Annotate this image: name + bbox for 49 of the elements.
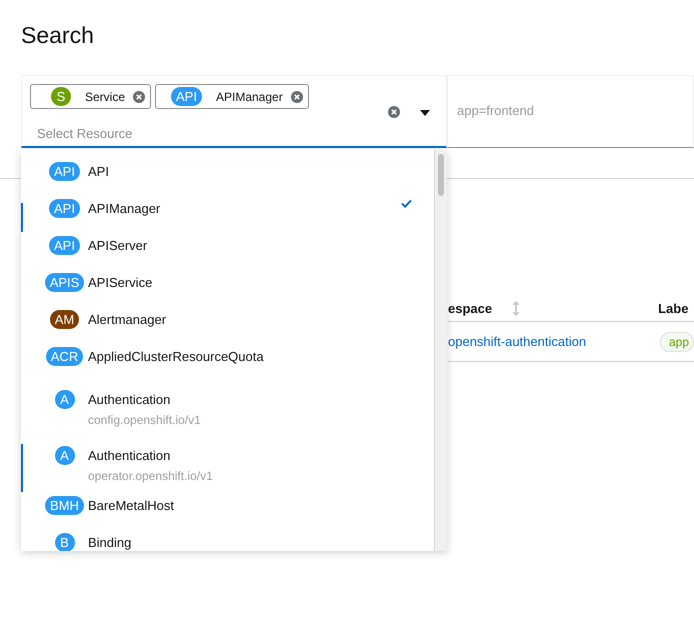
scrollbar[interactable] bbox=[434, 150, 447, 551]
option-label: AppliedClusterResourceQuota bbox=[88, 348, 265, 366]
resource-badge: API bbox=[49, 199, 80, 218]
resource-badge: APIS bbox=[44, 273, 84, 292]
resource-badge: BMH bbox=[45, 496, 84, 515]
resource-select[interactable]: S Service API APIManager Select Resource bbox=[21, 75, 447, 148]
resource-option[interactable]: ACR AppliedClusterResourceQuota bbox=[21, 347, 434, 384]
resource-option[interactable]: A Authentication config.openshift.io/v1 bbox=[21, 384, 434, 440]
option-label: APIServer bbox=[88, 237, 148, 255]
label-chip: app bbox=[660, 332, 694, 352]
resource-option[interactable]: API APIServer bbox=[21, 236, 434, 273]
option-label: Authentication bbox=[88, 447, 172, 465]
option-label: API bbox=[88, 163, 110, 181]
filter-chip[interactable]: S Service bbox=[30, 84, 152, 109]
option-label: Alertmanager bbox=[88, 311, 168, 329]
resource-option[interactable]: A Authentication operator.openshift.io/v1 bbox=[21, 440, 434, 496]
resource-badge: ACR bbox=[46, 347, 84, 366]
resource-option[interactable]: AM Alertmanager bbox=[21, 310, 434, 347]
resource-badge: A bbox=[54, 390, 74, 409]
select-resource-input[interactable]: Select Resource bbox=[37, 124, 377, 144]
remove-icon[interactable] bbox=[290, 90, 303, 102]
caret-icon[interactable] bbox=[420, 110, 430, 116]
option-group-text: config.openshift.io/v1 bbox=[88, 412, 202, 429]
resource-badge: B bbox=[54, 533, 74, 551]
option-label: APIManager bbox=[88, 200, 162, 218]
column-header: Labe bbox=[658, 300, 688, 318]
resource-badge: A bbox=[54, 446, 74, 465]
remove-icon[interactable] bbox=[133, 90, 146, 102]
page-title: Search bbox=[21, 21, 94, 50]
resource-badge: AM bbox=[50, 310, 80, 329]
label-input-field[interactable]: app=frontend bbox=[447, 75, 694, 148]
resource-badge: API bbox=[171, 87, 202, 106]
resource-badge: API bbox=[49, 162, 80, 181]
resource-badge: API bbox=[49, 236, 80, 255]
resource-option[interactable]: API API bbox=[21, 162, 434, 199]
option-label: Binding bbox=[88, 534, 132, 551]
namespace-link[interactable]: openshift-authentication bbox=[448, 332, 595, 352]
filter-chip[interactable]: API APIManager bbox=[155, 84, 309, 109]
clear-icon[interactable] bbox=[388, 106, 400, 118]
option-group-text: operator.openshift.io/v1 bbox=[88, 468, 214, 485]
option-label: BareMetalHost bbox=[88, 497, 175, 515]
resource-option[interactable]: B Binding bbox=[21, 533, 434, 551]
resource-option[interactable]: API APIManager bbox=[21, 199, 434, 236]
resource-option[interactable]: BMH BareMetalHost bbox=[21, 496, 434, 533]
column-header: espace bbox=[448, 300, 492, 318]
option-label: Authentication bbox=[88, 391, 172, 409]
resource-option[interactable]: APIS APIService bbox=[21, 273, 434, 310]
option-label: APIService bbox=[88, 274, 154, 292]
resource-badge: S bbox=[51, 87, 71, 106]
